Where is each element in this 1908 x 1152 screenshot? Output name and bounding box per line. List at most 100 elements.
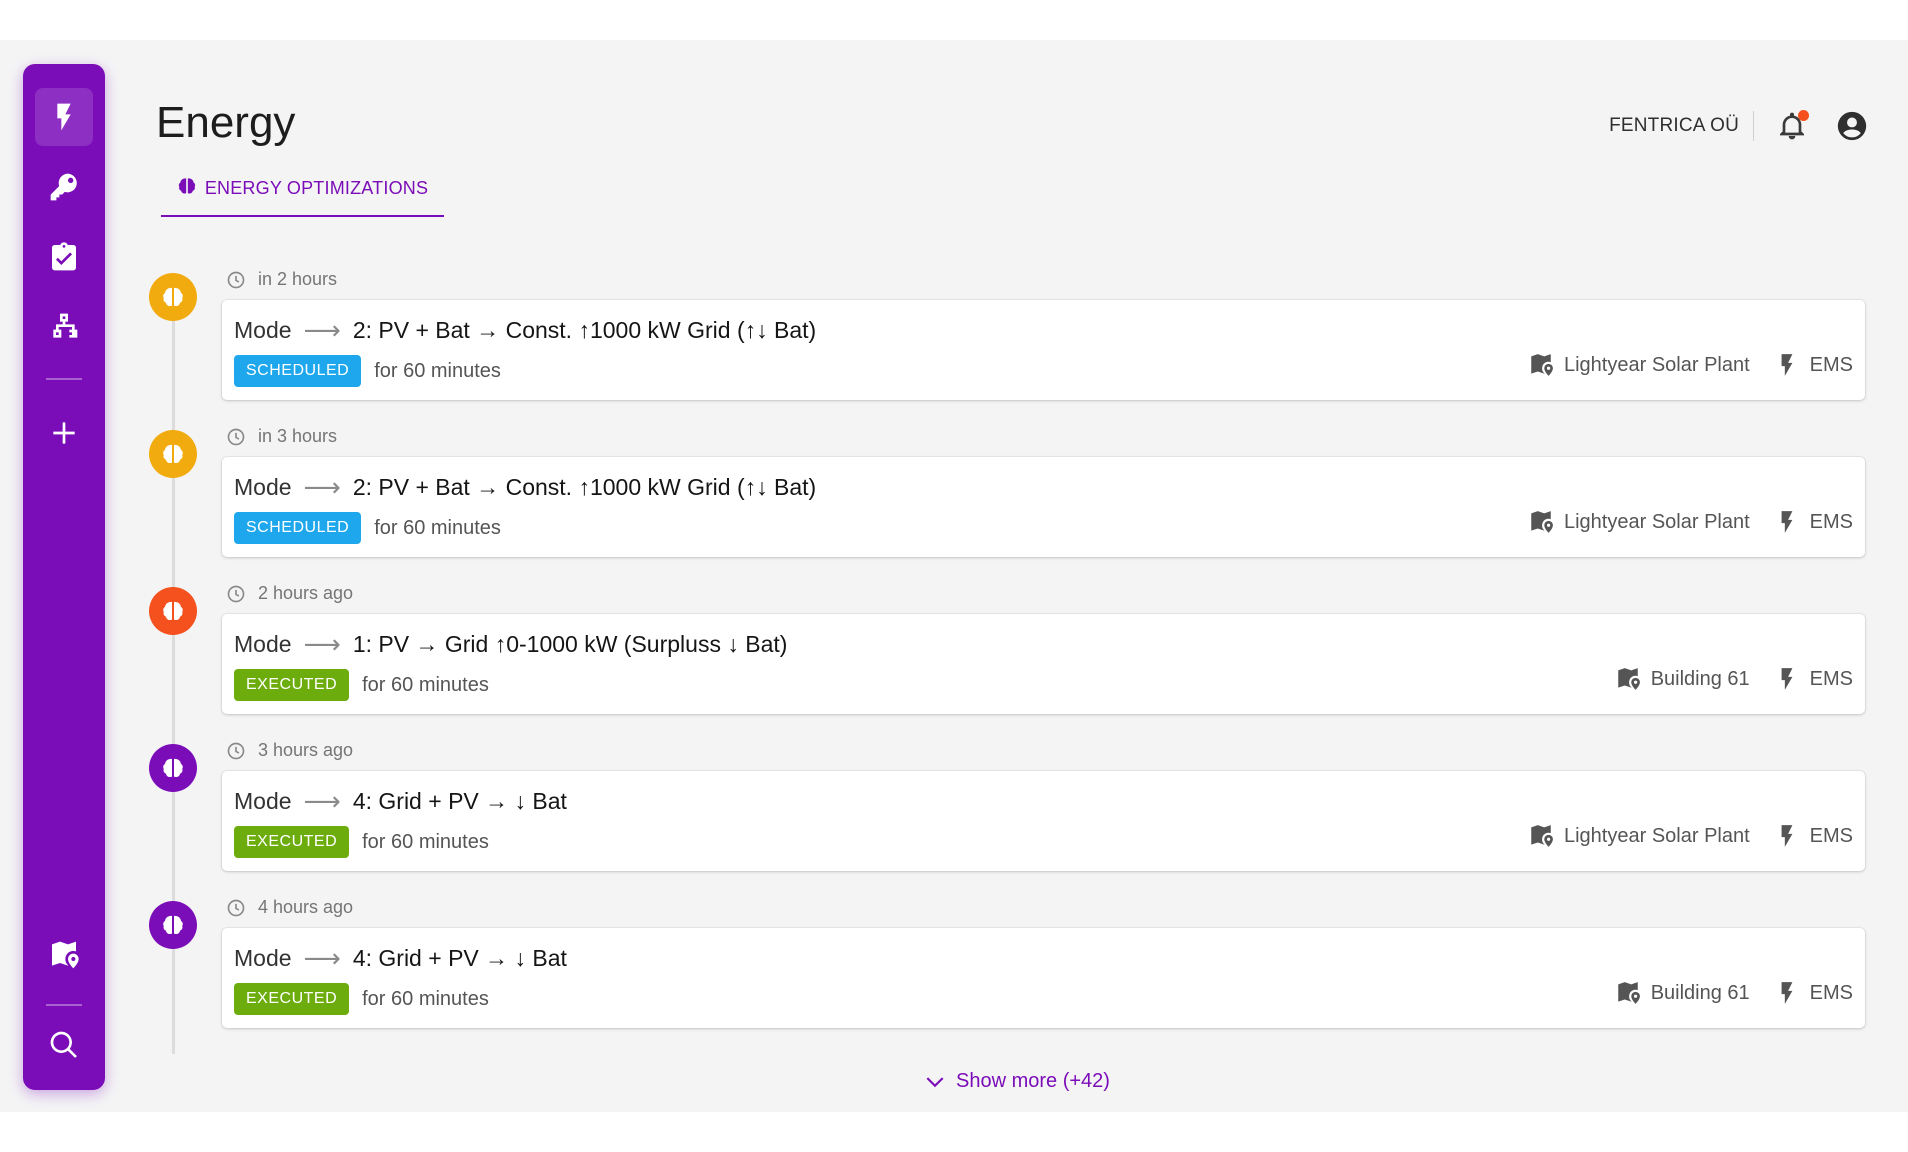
lightning-icon (1781, 825, 1793, 847)
duration-label: for 60 minutes (362, 673, 489, 696)
site-map-icon (1617, 668, 1640, 690)
status-badge: EXECUTED (234, 826, 350, 858)
card-status-row: SCHEDULED for 60 minutes (234, 355, 501, 387)
search-icon (50, 1031, 77, 1058)
clock-icon (227, 585, 245, 602)
nav-network-button[interactable] (35, 298, 93, 356)
clipboard-check-icon (52, 242, 76, 271)
chevron-down-icon (926, 1077, 944, 1088)
sidebar (23, 64, 105, 1090)
arrow-right-icon: ⟶ (303, 629, 341, 659)
notifications-button[interactable] (1772, 106, 1812, 146)
optimization-card[interactable]: Mode ⟶ 2: PV + Bat → Const. ↑1000 kW Gri… (222, 457, 1865, 557)
system-name[interactable]: EMS (1810, 825, 1853, 848)
optimization-card[interactable]: Mode ⟶ 2: PV + Bat → Const. ↑1000 kW Gri… (222, 300, 1865, 400)
card-title: Mode ⟶ 4: Grid + PV → ↓ Bat (234, 943, 567, 974)
optimization-marker (149, 587, 197, 635)
entry-time-label: 4 hours ago (258, 897, 354, 917)
notification-dot (1798, 110, 1809, 121)
card-meta: Lightyear Solar Plant EMS (1528, 823, 1853, 849)
entry-time: 4 hours ago (226, 897, 353, 918)
system-name[interactable]: EMS (1810, 354, 1853, 377)
card-meta: Building 61 EMS (1615, 980, 1853, 1006)
system-name[interactable]: EMS (1810, 668, 1853, 691)
clock-icon (227, 271, 245, 288)
plus-icon (53, 422, 75, 444)
optimization-card[interactable]: Mode ⟶ 1: PV → Grid ↑0-1000 kW (Surpluss… (222, 614, 1865, 714)
lightning-icon (1781, 982, 1793, 1004)
status-badge: EXECUTED (234, 669, 350, 701)
entry-time-label: in 3 hours (258, 426, 338, 446)
entry-time-label: 2 hours ago (258, 583, 354, 603)
clock-icon (227, 742, 245, 759)
organization-selector[interactable]: FENTRICA OÜ (1609, 111, 1754, 141)
mode-value: 4: Grid + PV → ↓ Bat (352, 945, 567, 971)
duration-label: for 60 minutes (362, 830, 489, 853)
card-title: Mode ⟶ 4: Grid + PV → ↓ Bat (234, 786, 567, 817)
tab-energy-optimizations[interactable]: ENERGY OPTIMIZATIONS (161, 170, 444, 217)
brain-icon (178, 178, 195, 194)
site-map-icon (1531, 825, 1553, 847)
lightning-icon (57, 103, 71, 131)
site-name[interactable]: Lightyear Solar Plant (1564, 511, 1750, 534)
card-status-row: EXECUTED for 60 minutes (234, 983, 489, 1015)
mode-label: Mode (234, 945, 292, 971)
account-circle-icon (1837, 111, 1867, 141)
optimization-card[interactable]: Mode ⟶ 4: Grid + PV → ↓ Bat EXECUTED for… (222, 771, 1865, 871)
site-map-icon (1617, 982, 1640, 1004)
status-badge: SCHEDULED (234, 355, 362, 387)
key-icon (50, 173, 77, 201)
card-title: Mode ⟶ 2: PV + Bat → Const. ↑1000 kW Gri… (234, 472, 816, 503)
optimization-card[interactable]: Mode ⟶ 4: Grid + PV → ↓ Bat EXECUTED for… (222, 928, 1865, 1028)
card-title: Mode ⟶ 1: PV → Grid ↑0-1000 kW (Surpluss… (234, 629, 787, 660)
site-name[interactable]: Lightyear Solar Plant (1564, 825, 1750, 848)
map-marker-icon (52, 941, 79, 969)
mode-label: Mode (234, 317, 292, 343)
card-status-row: SCHEDULED for 60 minutes (234, 512, 501, 544)
brain-icon (163, 601, 183, 621)
page-title: Energy (156, 98, 296, 147)
nav-add-button[interactable] (35, 404, 93, 462)
nav-keys-button[interactable] (35, 158, 93, 216)
nav-sites-map-button[interactable] (35, 926, 93, 984)
card-meta: Lightyear Solar Plant EMS (1528, 509, 1853, 535)
status-badge: EXECUTED (234, 983, 350, 1015)
site-name[interactable]: Building 61 (1651, 982, 1750, 1005)
mode-value: 4: Grid + PV → ↓ Bat (352, 788, 567, 814)
nav-energy-button[interactable] (35, 88, 93, 146)
nav-tasks-button[interactable] (35, 228, 93, 286)
site-name[interactable]: Building 61 (1651, 668, 1750, 691)
lightning-icon (1781, 354, 1793, 376)
arrow-right-icon: ⟶ (303, 786, 341, 816)
show-more-button[interactable]: Show more (+42) (922, 1068, 1110, 1094)
arrow-right-icon: ⟶ (303, 472, 341, 502)
site-map-icon (1531, 511, 1553, 533)
show-more-label: Show more (+42) (956, 1069, 1110, 1092)
site-name[interactable]: Lightyear Solar Plant (1564, 354, 1750, 377)
account-button[interactable] (1832, 106, 1872, 146)
app-root: Energy FENTRICA OÜ ENERGY OPTIMIZATIONS … (0, 40, 1908, 1112)
clock-icon (227, 428, 245, 445)
optimization-marker (149, 744, 197, 792)
entry-time: 2 hours ago (226, 583, 353, 604)
brain-icon (163, 444, 183, 464)
duration-label: for 60 minutes (374, 359, 501, 382)
mode-value: 2: PV + Bat → Const. ↑1000 kW Grid (↑↓ B… (352, 474, 817, 500)
entry-time: in 2 hours (226, 269, 337, 290)
optimization-marker (149, 901, 197, 949)
brain-icon (163, 915, 183, 935)
optimization-marker (149, 430, 197, 478)
top-bar-actions: FENTRICA OÜ (1609, 102, 1872, 150)
clock-icon (227, 899, 245, 916)
site-map-icon (1531, 354, 1553, 376)
tab-label: ENERGY OPTIMIZATIONS (204, 178, 429, 198)
card-status-row: EXECUTED for 60 minutes (234, 669, 489, 701)
system-name[interactable]: EMS (1810, 982, 1853, 1005)
sidebar-divider (46, 378, 82, 380)
mode-label: Mode (234, 474, 292, 500)
brain-icon (163, 758, 183, 778)
network-icon (53, 313, 78, 338)
system-name[interactable]: EMS (1810, 511, 1853, 534)
nav-search-button[interactable] (35, 1016, 93, 1074)
mode-label: Mode (234, 631, 292, 657)
